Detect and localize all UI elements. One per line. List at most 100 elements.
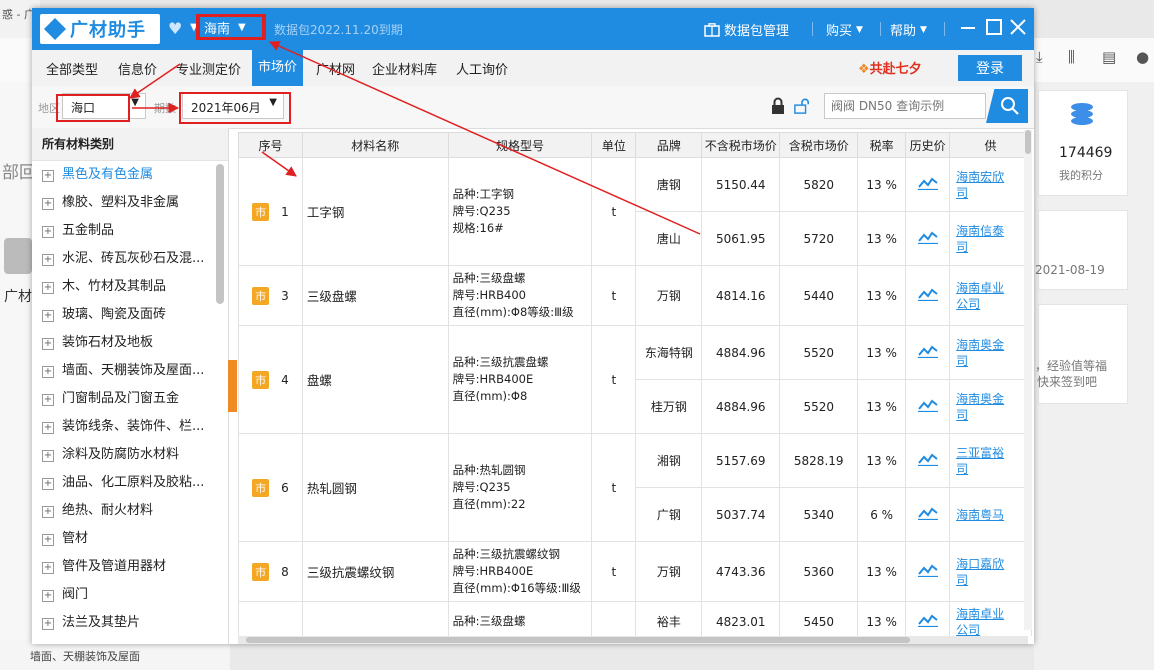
download-icon[interactable]: ⤓	[1036, 48, 1043, 66]
background-bottom: 墙面、天棚装饰及屋面	[0, 640, 230, 670]
sidebar-item[interactable]: + 管件及管道用器材	[32, 553, 228, 581]
tab-guangcai-web[interactable]: 广材网	[316, 59, 355, 78]
sidebar-item[interactable]: + 橡胶、塑料及非金属	[32, 189, 228, 217]
checkin-card[interactable]: ，经验值等福 快来签到吧	[1035, 304, 1128, 404]
expand-plus-icon[interactable]: +	[42, 506, 54, 518]
table-row[interactable]: 市 1 工字钢 品种:工字钢 牌号:Q235 规格:16# t 唐钢 5150.44 5820 13…	[238, 157, 1032, 266]
search-button[interactable]	[986, 89, 1028, 123]
table-row[interactable]: 市 3 三级盘螺 品种:三级盘螺 牌号:HRB400 直径(mm):Φ8等级:Ⅲ级 t 万钢 4…	[238, 265, 1032, 326]
reader-icon[interactable]: ▤	[1102, 48, 1116, 66]
sidebar-item[interactable]: + 法兰及其垫片	[32, 609, 228, 637]
sidebar-item[interactable]: + 装饰石材及地板	[32, 329, 228, 357]
supplier-link[interactable]: 海南宏欣司	[949, 157, 1032, 212]
collapse-sidebar-handle[interactable]	[228, 360, 237, 412]
trend-chart-icon[interactable]	[917, 452, 938, 467]
help-menu[interactable]: 帮助 ▼	[890, 20, 927, 39]
expand-plus-icon[interactable]: +	[42, 534, 54, 546]
supplier-link[interactable]: 海南奥金司	[949, 325, 1032, 380]
expand-plus-icon[interactable]: +	[42, 198, 54, 210]
supplier-link[interactable]: 海南信泰司	[949, 211, 1032, 266]
promo-banner[interactable]: ❖共赴七夕	[858, 58, 922, 77]
sidebar-scrollbar[interactable]	[216, 164, 224, 304]
trend-chart-icon[interactable]	[917, 398, 938, 413]
expand-plus-icon[interactable]: +	[42, 562, 54, 574]
avatar	[4, 238, 32, 274]
expand-plus-icon[interactable]: +	[42, 394, 54, 406]
sidebar-item[interactable]: + 木、竹材及其制品	[32, 273, 228, 301]
sidebar-item[interactable]: + 绝热、耐火材料	[32, 497, 228, 525]
search-input[interactable]	[824, 93, 986, 119]
minimize-icon[interactable]	[958, 17, 978, 37]
table-vertical-scrollbar[interactable]	[1024, 130, 1032, 630]
supplier-link[interactable]: 海南卓业 公司	[949, 265, 1032, 326]
sidebar-item[interactable]: + 黑色及有色金属	[32, 161, 228, 189]
region-value: 海南	[204, 21, 231, 37]
trend-chart-icon[interactable]	[917, 230, 938, 245]
sidebar-item[interactable]: + 装饰线条、装饰件、栏...	[32, 413, 228, 441]
expand-plus-icon[interactable]: +	[42, 590, 54, 602]
tab-labor-inquiry[interactable]: 人工询价	[456, 59, 508, 78]
expand-plus-icon[interactable]: +	[42, 422, 54, 434]
supplier-line: 司	[956, 353, 969, 368]
unlock-icon[interactable]	[794, 97, 810, 115]
supplier-link[interactable]: 海南奥金司	[949, 379, 1032, 434]
trend-chart-icon[interactable]	[917, 613, 938, 628]
sidebar-item[interactable]: + 涂料及防腐防水材料	[32, 441, 228, 469]
package-manage-button[interactable]: 数据包管理	[704, 20, 789, 39]
table-row[interactable]: 市 4 盘螺 品种:三级抗震盘螺 牌号:HRB400E 直径(mm):Φ8 t 东海特钢 488…	[238, 325, 1032, 434]
sidebar-item[interactable]: + 阀门	[32, 581, 228, 609]
tab-market-price[interactable]: 市场价	[252, 50, 304, 86]
login-button[interactable]: 登录	[958, 55, 1022, 81]
trend-chart-icon[interactable]	[917, 506, 938, 521]
sidebar-item[interactable]: + 油品、化工原料及胶粘...	[32, 469, 228, 497]
supplier-link[interactable]: 海南卓业 公司	[949, 601, 1032, 636]
supplier-link[interactable]: 三亚富裕司	[949, 433, 1032, 488]
sidebar-item[interactable]: + 水泥、砖瓦灰砂石及混...	[32, 245, 228, 273]
trend-chart-icon[interactable]	[917, 176, 938, 191]
table-row[interactable]: 市 8 三级抗震螺纹钢 品种:三级抗震螺纹钢 牌号:HRB400E 直径(mm):Φ16等…	[238, 541, 1032, 602]
area-select[interactable]: 海口 ▼	[62, 93, 146, 119]
expand-plus-icon[interactable]: +	[42, 170, 54, 182]
sidebar-item[interactable]: + 门窗制品及门窗五金	[32, 385, 228, 413]
expand-plus-icon[interactable]: +	[42, 478, 54, 490]
v-scroll-thumb[interactable]	[1025, 130, 1031, 154]
price-incl-tax: 5520	[779, 379, 859, 434]
tab-enterprise-library[interactable]: 企业材料库	[372, 59, 437, 78]
sidebar-item[interactable]: + 五金制品	[32, 217, 228, 245]
trend-chart-icon[interactable]	[917, 563, 938, 578]
expand-plus-icon[interactable]: +	[42, 338, 54, 350]
sidebar-item[interactable]: + 墙面、天棚装饰及屋面...	[32, 357, 228, 385]
h-scroll-thumb[interactable]	[246, 637, 910, 643]
points-card[interactable]: 174469 我的积分	[1038, 90, 1128, 196]
sidebar-item[interactable]: + 管材	[32, 525, 228, 553]
period-select[interactable]: 2021年06月 ▼	[182, 93, 284, 119]
trend-chart-icon[interactable]	[917, 287, 938, 302]
expand-plus-icon[interactable]: +	[42, 618, 54, 630]
expand-plus-icon[interactable]: +	[42, 254, 54, 266]
table-row[interactable]: 市 6 热轧圆钢 品种:热轧圆钢 牌号:Q235 直径(mm):22 t 湘钢 5157.69 5…	[238, 433, 1032, 542]
tab-info-price[interactable]: 信息价	[118, 59, 157, 78]
table-row[interactable]: 品种:三级盘螺 裕丰 4823.01 5450 13 % 海南卓业 公司	[238, 601, 1032, 636]
account-icon[interactable]: ●	[1136, 48, 1149, 66]
supplier-link[interactable]: 海口嘉欣司	[949, 541, 1032, 602]
expand-plus-icon[interactable]: +	[42, 450, 54, 462]
supplier-link[interactable]: 海南粤马	[949, 487, 1032, 542]
expand-plus-icon[interactable]: +	[42, 226, 54, 238]
vip-heart-icon[interactable]: ♥	[168, 19, 182, 38]
table-horizontal-scrollbar[interactable]	[238, 636, 1028, 644]
close-icon[interactable]	[1008, 17, 1028, 37]
maximize-icon[interactable]	[984, 17, 1004, 37]
library-icon[interactable]: ⫼	[1068, 48, 1075, 66]
expand-plus-icon[interactable]: +	[42, 366, 54, 378]
lock-icon[interactable]	[770, 97, 786, 115]
trend-chart-icon[interactable]	[917, 344, 938, 359]
buy-menu[interactable]: 购买 ▼	[826, 20, 863, 39]
expand-plus-icon[interactable]: +	[42, 310, 54, 322]
sidebar-item[interactable]: + 玻璃、陶瓷及面砖	[32, 301, 228, 329]
vip-caret-icon[interactable]: ▼	[190, 22, 198, 33]
tab-professional-price[interactable]: 专业测定价	[176, 59, 241, 78]
separator	[812, 22, 813, 36]
region-selector[interactable]: 海南 ▼	[198, 15, 264, 39]
tab-all-types[interactable]: 全部类型	[46, 59, 98, 78]
expand-plus-icon[interactable]: +	[42, 282, 54, 294]
